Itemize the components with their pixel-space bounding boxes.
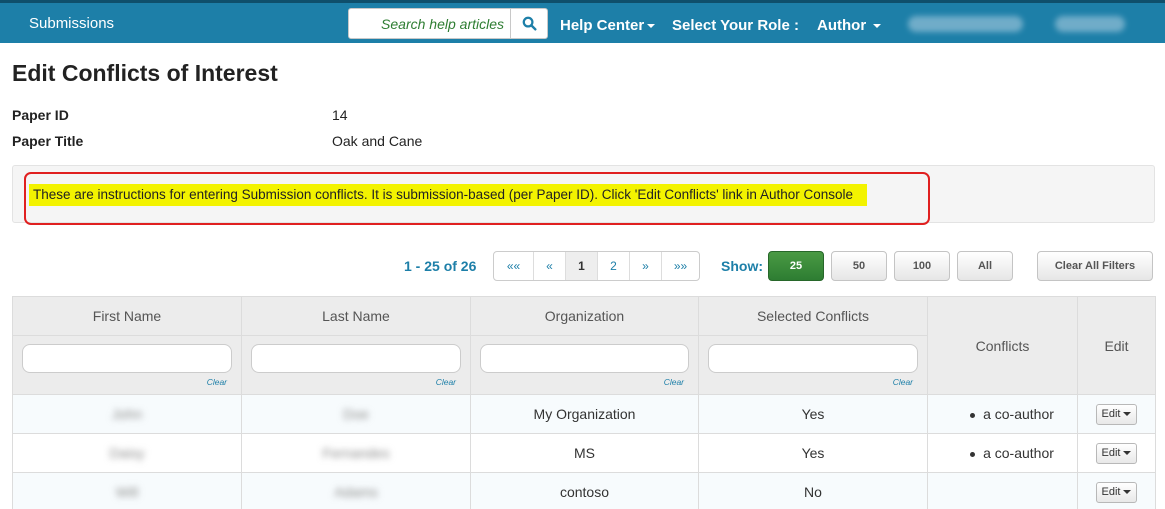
first-name-filter-clear-link[interactable]: Clear	[22, 377, 232, 387]
chevron-down-icon	[1123, 411, 1132, 416]
edit-button-label: Edit	[1101, 446, 1121, 459]
help-search-box	[348, 8, 548, 39]
column-header-organization[interactable]: Organization	[470, 296, 699, 336]
table-row: Daisy Fernandes MS Yes a co-author Edit	[12, 433, 1156, 473]
edit-cell: Edit	[1077, 394, 1156, 434]
page-1-button[interactable]: 1	[565, 252, 597, 280]
edit-dropdown-button[interactable]: Edit	[1095, 403, 1138, 425]
search-button[interactable]	[510, 9, 548, 38]
column-header-first-name[interactable]: First Name	[12, 296, 242, 336]
table-row: Will Adams contoso No Edit	[12, 472, 1156, 509]
first-name-filter-input[interactable]	[22, 344, 232, 373]
organization-filter-clear-link[interactable]: Clear	[480, 377, 689, 387]
conflicts-table: First Name Last Name Organization Select…	[12, 296, 1156, 509]
last-name-filter-clear-link[interactable]: Clear	[251, 377, 461, 387]
edit-dropdown-button[interactable]: Edit	[1095, 481, 1138, 503]
user-menu-redacted[interactable]	[908, 16, 1023, 32]
table-row: John Doe My Organization Yes a co-author…	[12, 394, 1156, 434]
filter-cell-last-name: Clear	[241, 335, 471, 395]
edit-button-label: Edit	[1101, 485, 1121, 498]
first-page-button[interactable]: ««	[494, 252, 533, 280]
chevron-down-icon	[647, 24, 656, 29]
bullet-icon	[970, 451, 976, 457]
pagination-range: 1 - 25 of 26	[404, 258, 477, 274]
first-name-cell: John	[12, 394, 242, 434]
edit-cell: Edit	[1077, 433, 1156, 473]
first-name-redacted: John	[111, 406, 143, 422]
selected-conflicts-cell: No	[698, 472, 928, 509]
instructions-text: These are instructions for entering Subm…	[29, 184, 867, 206]
help-center-label: Help Center	[560, 17, 645, 34]
last-name-cell: Fernandes	[241, 433, 471, 473]
page-title: Edit Conflicts of Interest	[12, 60, 278, 86]
conflict-item: a co-author	[983, 406, 1054, 422]
page-size-25-button[interactable]: 25	[768, 251, 824, 281]
paper-id-value: 14	[332, 107, 348, 123]
column-header-edit: Edit	[1077, 296, 1156, 395]
brand-link[interactable]: Submissions	[29, 15, 114, 32]
last-name-redacted: Fernandes	[322, 445, 390, 461]
column-header-conflicts: Conflicts	[927, 296, 1078, 395]
last-name-redacted: Adams	[334, 484, 378, 500]
organization-cell: MS	[470, 433, 699, 473]
pagination: «« « 1 2 » »»	[493, 251, 700, 281]
edit-dropdown-button[interactable]: Edit	[1095, 442, 1138, 464]
organization-cell: contoso	[470, 472, 699, 509]
conflicts-cell: a co-author	[927, 394, 1078, 434]
column-header-last-name[interactable]: Last Name	[241, 296, 471, 336]
selected-conflicts-filter-clear-link[interactable]: Clear	[708, 377, 918, 387]
next-page-button[interactable]: »	[629, 252, 661, 280]
account-menu-redacted[interactable]	[1055, 16, 1125, 32]
search-icon	[522, 16, 537, 31]
clear-all-filters-button[interactable]: Clear All Filters	[1037, 251, 1153, 281]
help-center-menu[interactable]: Help Center	[560, 17, 656, 34]
paper-id-label: Paper ID	[12, 107, 69, 123]
page-2-button[interactable]: 2	[597, 252, 629, 280]
filter-cell-first-name: Clear	[12, 335, 242, 395]
first-name-redacted: Daisy	[109, 445, 145, 461]
role-selector[interactable]: Author	[817, 17, 882, 34]
first-name-cell: Will	[12, 472, 242, 509]
organization-cell: My Organization	[470, 394, 699, 434]
selected-conflicts-filter-input[interactable]	[708, 344, 918, 373]
last-name-redacted: Doe	[343, 406, 369, 422]
last-name-cell: Adams	[241, 472, 471, 509]
role-value: Author	[817, 17, 867, 34]
chevron-down-icon	[873, 24, 882, 29]
chevron-down-icon	[1123, 489, 1132, 494]
conflicts-cell	[927, 472, 1078, 509]
conflict-item: a co-author	[983, 445, 1054, 461]
filter-cell-selected-conflicts: Clear	[698, 335, 928, 395]
chevron-down-icon	[1123, 450, 1132, 455]
last-name-cell: Doe	[241, 394, 471, 434]
last-page-button[interactable]: »»	[661, 252, 699, 280]
help-search-input[interactable]	[349, 9, 510, 38]
role-label: Select Your Role :	[672, 17, 799, 34]
top-nav-bar: Submissions Help Center Select Your Role…	[0, 0, 1165, 43]
page-size-all-button[interactable]: All	[957, 251, 1013, 281]
selected-conflicts-cell: Yes	[698, 433, 928, 473]
edit-cell: Edit	[1077, 472, 1156, 509]
conflicts-cell: a co-author	[927, 433, 1078, 473]
first-name-cell: Daisy	[12, 433, 242, 473]
edit-button-label: Edit	[1101, 407, 1121, 420]
first-name-redacted: Will	[115, 484, 139, 500]
bullet-icon	[970, 412, 976, 418]
selected-conflicts-cell: Yes	[698, 394, 928, 434]
column-header-selected-conflicts[interactable]: Selected Conflicts	[698, 296, 928, 336]
page-size-50-button[interactable]: 50	[831, 251, 887, 281]
prev-page-button[interactable]: «	[533, 252, 565, 280]
filter-cell-organization: Clear	[470, 335, 699, 395]
paper-title-value: Oak and Cane	[332, 133, 423, 149]
organization-filter-input[interactable]	[480, 344, 689, 373]
page-size-100-button[interactable]: 100	[894, 251, 950, 281]
page-size-label: Show:	[721, 258, 763, 274]
last-name-filter-input[interactable]	[251, 344, 461, 373]
paper-title-label: Paper Title	[12, 133, 84, 149]
